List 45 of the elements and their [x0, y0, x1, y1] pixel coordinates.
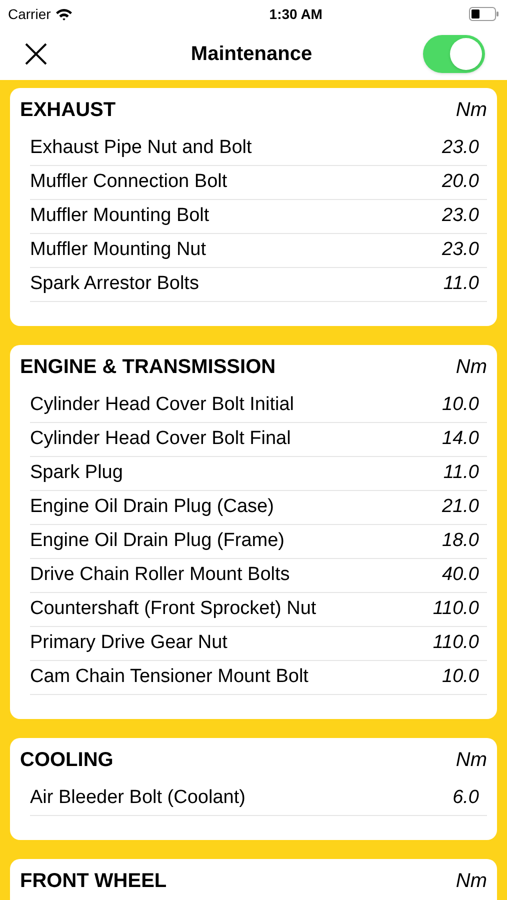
- torque-value: 11.0: [443, 272, 480, 296]
- torque-value: 18.0: [442, 529, 480, 554]
- unit-label: Nm: [456, 355, 487, 380]
- torque-item-label: Engine Oil Drain Plug (Case): [30, 495, 274, 520]
- close-icon: [24, 42, 48, 66]
- unit-label: Nm: [456, 98, 487, 123]
- unit-label: Nm: [456, 748, 487, 773]
- torque-item-label: Spark Plug: [30, 461, 123, 486]
- torque-item-label: Cylinder Head Cover Bolt Initial: [30, 393, 294, 418]
- torque-item-label: Spark Arrestor Bolts: [30, 272, 199, 296]
- torque-value: 11.0: [443, 461, 480, 486]
- screen-title: Maintenance: [190, 42, 312, 67]
- carrier-label: Carrier: [8, 4, 51, 24]
- torque-value: 110.0: [432, 597, 480, 622]
- torque-value: 110.0: [432, 631, 480, 656]
- torque-value: 20.0: [442, 170, 480, 194]
- section-title: COOLING: [20, 748, 114, 773]
- torque-item-label: Muffler Mounting Nut: [30, 238, 206, 262]
- torque-value: 23.0: [442, 136, 480, 160]
- torque-item-label: Engine Oil Drain Plug (Frame): [30, 529, 284, 554]
- torque-value: 6.0: [452, 786, 480, 810]
- section-title: FRONT WHEEL: [20, 869, 167, 894]
- torque-item-label: Muffler Connection Bolt: [30, 170, 228, 194]
- toggle-switch[interactable]: [423, 35, 485, 73]
- torque-item-label: Cam Chain Tensioner Mount Bolt: [30, 665, 308, 690]
- torque-value: 14.0: [442, 427, 480, 452]
- unit-label: Nm: [456, 869, 487, 894]
- section-title: ENGINE & TRANSMISSION: [20, 355, 276, 380]
- wifi-icon: [54, 8, 73, 20]
- torque-item-label: Cylinder Head Cover Bolt Final: [30, 427, 291, 452]
- torque-item-label: Air Bleeder Bolt (Coolant): [30, 786, 246, 810]
- torque-value: 40.0: [442, 563, 480, 588]
- torque-item-label: Exhaust Pipe Nut and Bolt: [30, 136, 252, 160]
- torque-item-label: Drive Chain Roller Mount Bolts: [30, 563, 290, 588]
- torque-item-label: Countershaft (Front Sprocket) Nut: [30, 597, 316, 622]
- torque-item-label: Primary Drive Gear Nut: [30, 631, 228, 656]
- torque-value: 10.0: [442, 393, 480, 418]
- torque-value: 23.0: [442, 204, 480, 228]
- battery-icon: [468, 7, 499, 21]
- section-title: EXHAUST: [20, 98, 116, 123]
- torque-item-label: Muffler Mounting Bolt: [30, 204, 210, 228]
- torque-value: 23.0: [442, 238, 480, 262]
- clock-time: 1:30 AM: [269, 4, 322, 24]
- torque-value: 10.0: [442, 665, 480, 690]
- torque-value: 21.0: [442, 495, 480, 520]
